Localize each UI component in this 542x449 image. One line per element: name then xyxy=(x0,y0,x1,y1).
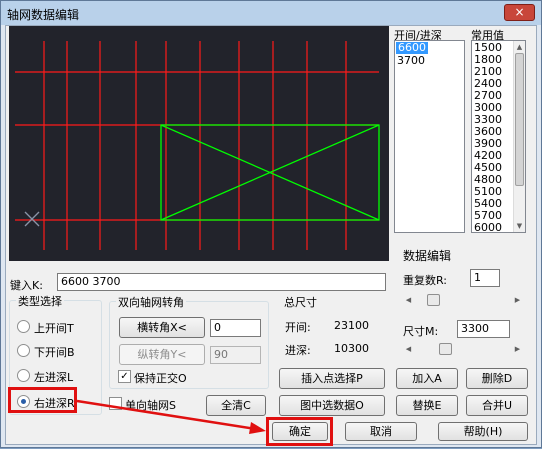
slider-right-arrow-icon[interactable]: ▶ xyxy=(512,293,523,307)
size-slider[interactable]: ◀ ▶ xyxy=(403,342,523,356)
repeat-count-input[interactable]: 1 xyxy=(470,269,500,287)
slider-right-arrow-icon[interactable]: ▶ xyxy=(512,342,523,356)
data-edit-group: 重复数R: 1 ◀ ▶ 尺寸M: 3300 ◀ ▶ xyxy=(396,259,527,359)
grid-preview-drawing xyxy=(15,41,380,250)
input-label: 键入K: xyxy=(10,279,43,292)
radio-label[interactable]: 左进深L xyxy=(34,369,73,385)
radio-bottom-bay[interactable] xyxy=(17,344,30,357)
single-axis-checkbox[interactable] xyxy=(109,397,122,410)
scroll-down-arrow-icon[interactable]: ▼ xyxy=(514,220,525,232)
dialog-title: 轴网数据编辑 xyxy=(7,8,80,22)
slider-left-arrow-icon[interactable]: ◀ xyxy=(403,342,414,356)
add-button[interactable]: 加入A xyxy=(396,368,458,389)
close-button[interactable]: × xyxy=(504,4,535,21)
vertical-angle-button[interactable]: 纵转角Y< xyxy=(119,344,205,365)
keep-ortho-label[interactable]: 保持正交O xyxy=(134,370,187,386)
delete-button[interactable]: 删除D xyxy=(466,368,528,389)
horizontal-angle-button[interactable]: 横转角X< xyxy=(119,317,205,338)
single-axis-label[interactable]: 单向轴网S xyxy=(125,397,176,413)
clear-all-button[interactable]: 全清C xyxy=(206,395,266,416)
slider-thumb[interactable] xyxy=(427,294,440,306)
cancel-button[interactable]: 取消 xyxy=(345,422,417,441)
origin-marker xyxy=(24,211,40,227)
highlight-ok-button xyxy=(266,417,333,446)
radio-left-depth[interactable] xyxy=(17,369,30,382)
type-select-title: 类型选择 xyxy=(16,293,64,309)
depth-total-label: 进深: xyxy=(285,344,311,357)
common-values-scrollbar[interactable]: ▲ ▼ xyxy=(513,41,525,232)
radio-top-bay[interactable] xyxy=(17,320,30,333)
repeat-label: 重复数R: xyxy=(403,274,448,287)
title-bar[interactable]: 轴网数据编辑 × xyxy=(1,1,541,25)
rotation-title: 双向轴网转角 xyxy=(116,294,186,310)
slider-left-arrow-icon[interactable]: ◀ xyxy=(403,293,414,307)
common-values-listbox[interactable]: ▲ ▼ 1500 1800 2100 2400 2700 3000 3300 3600 3900… xyxy=(471,40,526,234)
merge-button[interactable]: 合并U xyxy=(466,395,528,416)
spacing-input[interactable]: 6600 3700 xyxy=(57,273,386,291)
radio-label[interactable]: 下开间B xyxy=(34,344,75,360)
depth-total-value: 10300 xyxy=(334,342,369,355)
spacing-item[interactable]: 3700 xyxy=(397,55,425,67)
spacing-listbox[interactable]: 6600 3700 xyxy=(394,40,465,233)
replace-button[interactable]: 替换E xyxy=(396,395,458,416)
dialog-window: 轴网数据编辑 × 开间/进深 6600 3700 常用值 ▲ ▼ 1500 18… xyxy=(0,0,542,448)
scroll-up-arrow-icon[interactable]: ▲ xyxy=(514,41,525,53)
size-input[interactable]: 3300 xyxy=(457,320,510,338)
slider-thumb[interactable] xyxy=(439,343,452,355)
bay-total-value: 23100 xyxy=(334,319,369,332)
size-label: 尺寸M: xyxy=(403,325,439,338)
common-value-item[interactable]: 6000 xyxy=(474,222,502,234)
keep-ortho-checkbox[interactable]: ✓ xyxy=(118,370,131,383)
pick-from-drawing-button[interactable]: 图中选数据O xyxy=(279,395,385,416)
insert-point-button[interactable]: 插入点选择P xyxy=(279,368,385,389)
spacing-item-selected[interactable]: 6600 xyxy=(396,42,428,54)
help-button[interactable]: 帮助(H) xyxy=(438,422,528,441)
axis-lines xyxy=(15,41,379,250)
radio-label[interactable]: 上开间T xyxy=(34,320,74,336)
repeat-count-slider[interactable]: ◀ ▶ xyxy=(403,293,523,307)
grid-preview-canvas[interactable] xyxy=(9,26,389,261)
totals-title: 总尺寸 xyxy=(282,294,319,310)
vertical-angle-input[interactable]: 90 xyxy=(210,346,261,364)
scroll-thumb[interactable] xyxy=(515,53,524,186)
bay-total-label: 开间: xyxy=(285,321,311,334)
horizontal-angle-input[interactable]: 0 xyxy=(210,319,261,337)
highlight-right-depth xyxy=(8,387,77,413)
